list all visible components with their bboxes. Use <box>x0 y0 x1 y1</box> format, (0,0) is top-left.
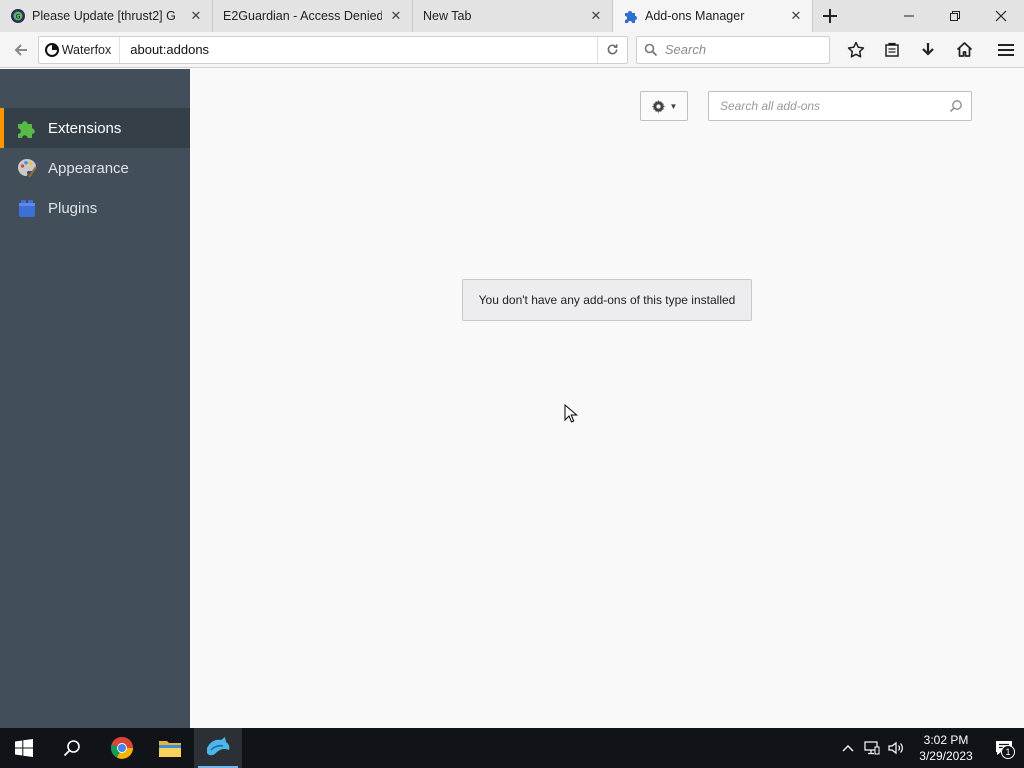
chrome-taskbar-icon[interactable] <box>98 728 146 768</box>
tab-title: Add-ons Manager <box>645 9 745 23</box>
search-bar[interactable]: Search <box>635 35 830 64</box>
url-input[interactable]: about:addons <box>120 42 597 57</box>
puzzle-piece-icon <box>623 8 639 24</box>
system-tray: 3:02 PM 3/29/2023 1 <box>836 728 1024 768</box>
taskbar-search-button[interactable] <box>48 728 96 768</box>
waterfox-logo-icon <box>44 42 59 57</box>
close-window-icon[interactable] <box>978 0 1024 32</box>
search-all-addons-input[interactable]: Search all add-ons <box>708 91 972 121</box>
gear-icon <box>651 99 665 113</box>
tab-close-icon[interactable]: ✕ <box>788 8 804 24</box>
tab-strip: G Please Update [thrust2] G ✕ E2Guardian… <box>0 0 1024 32</box>
star-icon <box>847 41 865 58</box>
back-button[interactable] <box>6 35 36 65</box>
minimize-icon[interactable] <box>886 0 932 32</box>
category-label: Extensions <box>48 119 122 137</box>
waterfox-taskbar-icon[interactable] <box>194 728 242 768</box>
empty-state-notice: You don't have any add-ons of this type … <box>462 279 752 321</box>
mouse-cursor-icon <box>564 404 578 423</box>
hamburger-menu-button[interactable] <box>988 32 1024 68</box>
network-icon[interactable] <box>860 728 884 768</box>
home-button[interactable] <box>946 32 982 68</box>
url-bar[interactable]: Waterfox about:addons <box>37 35 628 64</box>
tab-new-tab[interactable]: New Tab ✕ <box>413 0 613 32</box>
restore-icon[interactable] <box>932 0 978 32</box>
clock-time: 3:02 PM <box>923 733 969 747</box>
empty-state-message: You don't have any add-ons of this type … <box>478 293 736 307</box>
tab-e2guardian[interactable]: E2Guardian - Access Denied ✕ <box>213 0 413 32</box>
reload-button[interactable] <box>596 36 627 63</box>
tab-title: New Tab <box>423 9 472 23</box>
bookmarks-menu-button[interactable] <box>874 32 910 68</box>
new-tab-button[interactable] <box>813 0 847 32</box>
clipboard-icon <box>885 42 899 57</box>
home-icon <box>956 42 972 57</box>
tab-close-icon[interactable]: ✕ <box>588 8 604 24</box>
puzzle-piece-icon <box>15 116 39 140</box>
addons-category-sidebar: Extensions Appearance Plugins <box>0 69 190 728</box>
search-icon <box>63 740 80 757</box>
gamefaqs-favicon-icon: G <box>10 8 26 24</box>
addons-main-panel: ▼ Search all add-ons You don't have any … <box>190 69 1024 728</box>
identity-box[interactable]: Waterfox <box>39 36 121 63</box>
navigation-toolbar: Waterfox about:addons Search <box>0 32 1024 68</box>
windows-taskbar: 3:02 PM 3/29/2023 1 <box>0 728 1024 768</box>
window-controls <box>886 0 1024 32</box>
chevron-up-icon[interactable] <box>836 728 860 768</box>
taskbar-clock[interactable]: 3:02 PM 3/29/2023 <box>908 732 984 764</box>
search-placeholder: Search <box>664 42 707 57</box>
tab-title: Please Update [thrust2] G <box>32 9 176 23</box>
category-label: Plugins <box>48 199 98 217</box>
windows-logo-icon <box>15 739 33 757</box>
tab-addons-manager[interactable]: Add-ons Manager ✕ <box>613 0 813 32</box>
tab-title: E2Guardian - Access Denied <box>223 9 382 23</box>
hamburger-icon <box>998 43 1014 56</box>
downloads-button[interactable] <box>910 32 946 68</box>
category-extensions[interactable]: Extensions <box>0 108 190 148</box>
clock-date: 3/29/2023 <box>919 749 973 763</box>
tools-gear-button[interactable]: ▼ <box>640 91 688 121</box>
search-icon <box>941 99 971 113</box>
action-center-button[interactable]: 1 <box>984 728 1024 768</box>
tab-close-icon[interactable]: ✕ <box>188 8 204 24</box>
start-button[interactable] <box>0 728 48 768</box>
paint-palette-icon <box>15 156 39 180</box>
bookmark-star-button[interactable] <box>838 32 874 68</box>
category-appearance[interactable]: Appearance <box>0 148 190 188</box>
category-plugins[interactable]: Plugins <box>0 188 190 228</box>
reload-icon <box>607 44 618 55</box>
addon-search-placeholder: Search all add-ons <box>720 99 821 113</box>
download-arrow-icon <box>922 42 934 56</box>
volume-icon[interactable] <box>884 728 908 768</box>
toolbar-buttons <box>838 32 1024 68</box>
tab-please-update[interactable]: G Please Update [thrust2] G ✕ <box>0 0 213 32</box>
notification-count-badge: 1 <box>1001 745 1015 759</box>
tab-close-icon[interactable]: ✕ <box>388 8 404 24</box>
file-explorer-taskbar-icon[interactable] <box>146 728 194 768</box>
lego-brick-icon <box>15 196 39 220</box>
category-label: Appearance <box>48 159 129 177</box>
chevron-down-icon: ▼ <box>669 101 678 111</box>
search-icon <box>637 43 665 57</box>
svg-text:G: G <box>16 14 21 21</box>
identity-label: Waterfox <box>61 42 112 57</box>
